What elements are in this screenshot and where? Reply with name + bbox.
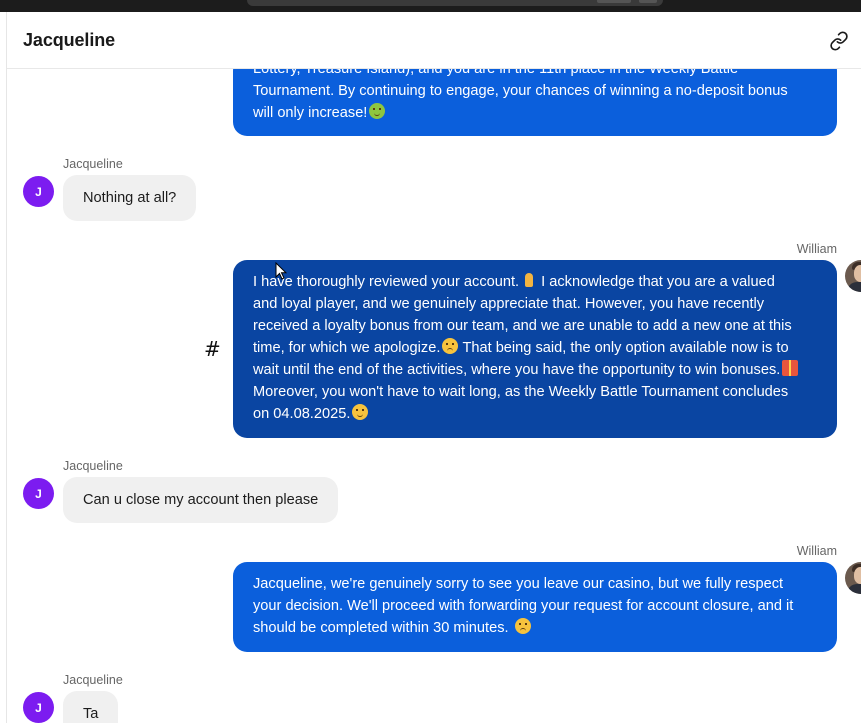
chat-header: Jacqueline xyxy=(7,12,861,69)
message-text: on 04.08.2025. xyxy=(253,406,351,422)
message-text: Nothing at all? xyxy=(83,190,177,206)
message-anchor-hash[interactable]: # xyxy=(204,337,221,361)
copy-link-button[interactable] xyxy=(827,29,851,53)
sender-name: Jacqueline xyxy=(63,459,123,473)
avatar: J xyxy=(23,176,54,207)
money-mouth-face-icon xyxy=(369,103,386,119)
message-line: should be completed within 30 minutes. xyxy=(253,617,817,639)
link-icon xyxy=(830,31,848,51)
incoming-message-bubble: Can u close my account then please xyxy=(63,477,339,523)
message-text: That being said, the only option availab… xyxy=(462,340,789,356)
message-text: Can u close my account then please xyxy=(83,492,319,508)
toolbar-nub xyxy=(597,0,631,3)
outgoing-message-bubble: Lottery, Treasure Island), and you are i… xyxy=(233,69,837,136)
message-text: wait until the end of the activities, wh… xyxy=(253,362,781,378)
chat-title: Jacqueline xyxy=(23,30,116,50)
message-line: Moreover, you won't have to wait long, a… xyxy=(253,384,789,400)
incoming-message-bubble: Ta xyxy=(63,691,119,723)
disappointed-face-icon xyxy=(514,618,531,634)
message-thread[interactable]: Lottery, Treasure Island), and you are i… xyxy=(7,69,861,723)
window-top-bar xyxy=(0,0,861,12)
agent-avatar xyxy=(845,562,861,594)
smiling-face-icon xyxy=(352,404,369,420)
outgoing-message-bubble-highlighted: I have thoroughly reviewed your account.… xyxy=(233,260,837,438)
message-text: time, for which we apologize. xyxy=(253,340,441,356)
toolbar-nub xyxy=(639,0,657,3)
message-text: I have thoroughly reviewed your account. xyxy=(253,274,520,290)
gift-icon xyxy=(782,360,799,376)
agent-avatar xyxy=(845,260,861,292)
message-line: Tournament. By continuing to engage, you… xyxy=(253,83,788,99)
mouse-pointer-icon xyxy=(275,262,287,280)
sender-name: Jacqueline xyxy=(63,157,123,171)
message-line: on 04.08.2025. xyxy=(253,403,817,425)
message-text: Ta xyxy=(83,706,99,722)
message-line: Jacqueline, we're genuinely sorry to see… xyxy=(253,576,784,592)
message-text: will only increase! xyxy=(253,105,368,121)
avatar: J xyxy=(23,692,54,723)
message-text: should be completed within 30 minutes. xyxy=(253,620,509,636)
avatar: J xyxy=(23,478,54,509)
outgoing-message-bubble: Jacqueline, we're genuinely sorry to see… xyxy=(233,562,837,652)
incoming-message-bubble: Nothing at all? xyxy=(63,175,197,221)
message-line: Lottery, Treasure Island), and you are i… xyxy=(253,69,739,77)
message-line: received a loyalty bonus from our team, … xyxy=(253,318,792,334)
message-line: wait until the end of the activities, wh… xyxy=(253,359,817,381)
sender-name: William xyxy=(796,544,837,558)
chat-panel: Jacqueline Lottery, Treasure Island), an… xyxy=(6,12,861,723)
message-line: I have thoroughly reviewed your account.… xyxy=(253,271,817,293)
message-line: your decision. We'll proceed with forwar… xyxy=(253,598,794,614)
sender-name: William xyxy=(796,242,837,256)
folded-hands-icon xyxy=(521,272,537,288)
sender-name: Jacqueline xyxy=(63,673,123,687)
pensive-face-icon xyxy=(442,338,459,354)
message-line: and loyal player, and we genuinely appre… xyxy=(253,296,765,312)
address-bar-edge xyxy=(247,0,663,6)
message-text: I acknowledge that you are a valued xyxy=(541,274,775,290)
message-line: time, for which we apologize. That being… xyxy=(253,337,817,359)
message-line: will only increase! xyxy=(253,102,817,124)
